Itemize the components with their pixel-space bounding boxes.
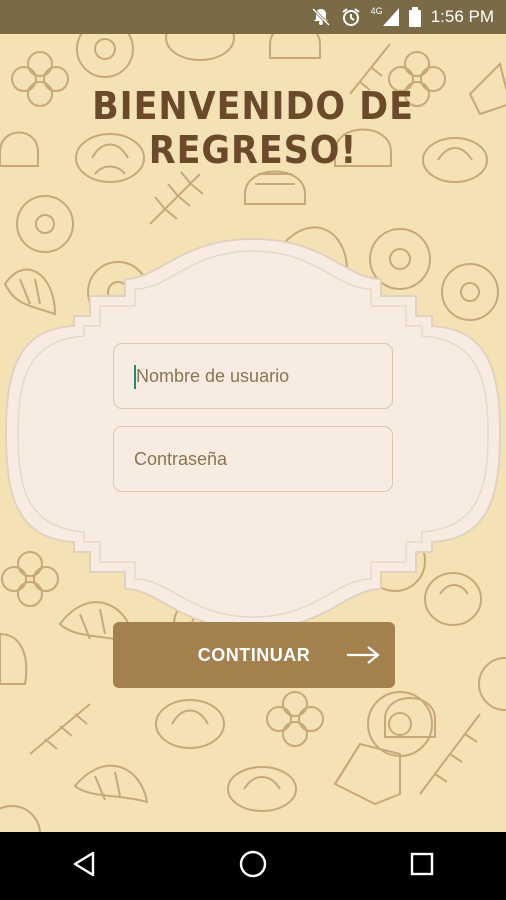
login-screen: BIENVENIDO DE REGRESO! Nombre de usuario… xyxy=(0,34,506,832)
page-title: BIENVENIDO DE REGRESO! xyxy=(92,84,414,172)
continue-button-label: CONTINUAR xyxy=(197,644,311,665)
bread-illustration xyxy=(333,742,401,806)
network-label: 4G xyxy=(370,6,383,16)
clover-illustration xyxy=(266,691,324,747)
donut-illustration xyxy=(367,691,433,757)
signal-icon: 4G xyxy=(370,6,399,26)
status-time: 1:56 PM xyxy=(430,7,494,26)
croissant-illustration xyxy=(73,764,149,804)
wheat-illustration xyxy=(419,713,481,795)
wheat-illustration xyxy=(29,703,91,755)
password-placeholder: Contraseña xyxy=(134,448,228,469)
password-field[interactable]: Contraseña xyxy=(113,426,393,492)
username-field[interactable]: Nombre de usuario xyxy=(113,343,393,409)
recents-icon[interactable] xyxy=(409,851,435,882)
wheat-illustration xyxy=(149,171,204,225)
continue-button[interactable]: CONTINUAR xyxy=(113,622,395,688)
bun-illustration xyxy=(269,34,321,59)
back-icon[interactable] xyxy=(71,850,97,883)
pretzel-illustration xyxy=(155,699,225,749)
pretzel-illustration xyxy=(227,766,297,812)
donut-illustration xyxy=(76,34,134,78)
notifications-off-icon xyxy=(311,7,331,27)
bread-illustration xyxy=(0,632,28,685)
donut-illustration xyxy=(0,805,41,832)
home-icon[interactable] xyxy=(238,849,268,884)
username-placeholder: Nombre de usuario xyxy=(136,365,290,386)
arrow-right-icon xyxy=(345,643,381,672)
status-bar: 4G 1:56 PM xyxy=(0,0,506,34)
battery-icon xyxy=(408,7,421,27)
system-nav-bar xyxy=(0,832,506,900)
donut-illustration xyxy=(478,657,506,711)
text-cursor xyxy=(134,365,136,389)
pretzel-illustration xyxy=(165,34,235,61)
alarm-icon xyxy=(341,7,361,27)
bun-illustration xyxy=(244,170,306,205)
